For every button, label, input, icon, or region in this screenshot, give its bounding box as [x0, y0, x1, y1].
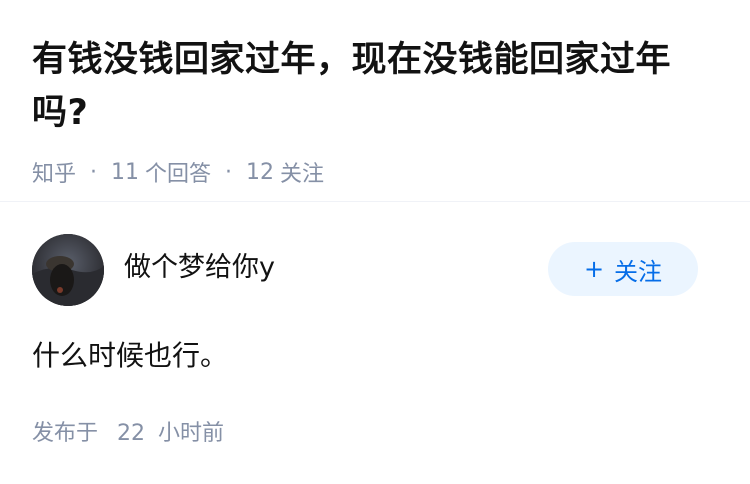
source-label[interactable]: 知乎 [32, 156, 76, 188]
time-unit: 小时前 [158, 421, 225, 446]
author-row: 做个梦给你y + 关注 [32, 234, 718, 306]
follower-count: 12 [246, 159, 275, 185]
time-prefix: 发布于 [32, 421, 99, 446]
question-header: 有钱没钱回家过年，现在没钱能回家过年吗? 知乎 · 11 个回答 · 12 关注 [32, 34, 718, 188]
meta-separator: · [90, 159, 98, 185]
follow-button[interactable]: + 关注 [548, 242, 698, 296]
plus-icon: + [583, 255, 605, 283]
follow-button-label: 关注 [614, 257, 663, 286]
time-value: 22 [117, 421, 146, 446]
answer-timestamp: 发布于 22 小时前 [32, 418, 224, 450]
answer-count-label: 个回答 [145, 162, 212, 187]
author-name[interactable]: 做个梦给你y [124, 250, 275, 286]
divider [0, 201, 750, 202]
question-title[interactable]: 有钱没钱回家过年，现在没钱能回家过年吗? [32, 34, 718, 140]
avatar[interactable] [32, 234, 104, 306]
answer-count: 11 [111, 159, 140, 185]
follower-count-label: 关注 [280, 162, 325, 187]
question-meta: 知乎 · 11 个回答 · 12 关注 [32, 156, 718, 188]
answer-content[interactable]: 什么时候也行。 [32, 336, 228, 376]
avatar-image [32, 234, 104, 306]
meta-separator: · [225, 159, 233, 185]
